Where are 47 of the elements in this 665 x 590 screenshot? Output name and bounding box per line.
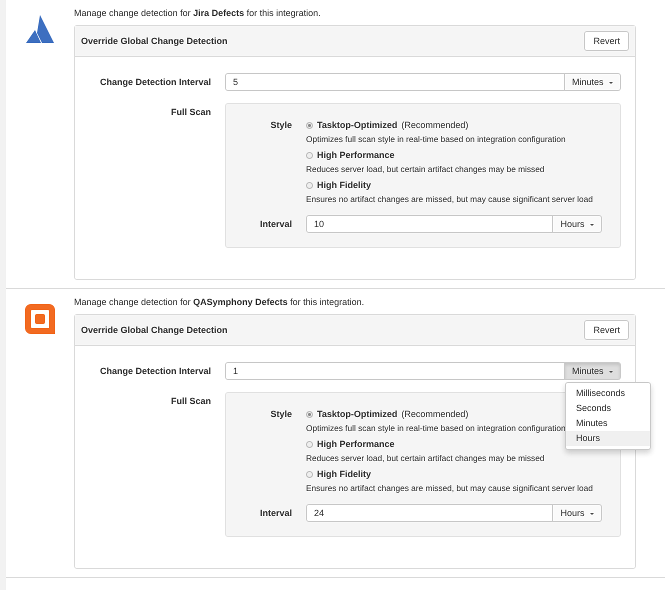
unit-dropdown[interactable]: Hours — [553, 504, 602, 522]
menu-item[interactable]: Hours — [566, 431, 650, 446]
radio-button[interactable] — [306, 441, 313, 448]
field-label: Style — [269, 409, 293, 419]
option-note: (Recommended) — [401, 409, 468, 420]
field-label: Style — [269, 120, 293, 130]
unit-dropdown[interactable]: Minutes — [564, 73, 621, 91]
revert-button[interactable]: Revert — [584, 320, 629, 340]
menu-item[interactable]: Milliseconds — [566, 386, 650, 401]
field-label: Change Detection Interval — [98, 76, 212, 87]
radio-button[interactable] — [306, 471, 313, 478]
menu-item[interactable]: Minutes — [566, 416, 650, 431]
option-title: Tasktop-Optimized — [317, 409, 398, 420]
intro-text: Manage change detection for Jira Defects for this integration. — [74, 8, 322, 19]
option-description: Ensures no artifact changes are missed, but may cause significant server load — [306, 483, 593, 494]
option-title: High Fidelity — [317, 469, 371, 480]
intro-text: Manage change detection for QASymphony Defects for this integration. — [74, 297, 366, 308]
radio-button[interactable] — [306, 152, 313, 159]
revert-button[interactable]: Revert — [584, 31, 629, 51]
square-logo-icon — [24, 303, 56, 335]
option-description: Reduces server load, but certain artifact changes may be missed — [306, 164, 546, 175]
triangle-logo-icon — [25, 14, 55, 44]
radio-button[interactable] — [306, 182, 313, 189]
panel-title: Override Global Change Detection — [81, 36, 228, 46]
field-label: Change Detection Interval — [98, 365, 212, 376]
interval-input[interactable]: 5 — [225, 73, 565, 91]
option-description: Optimizes full scan style in real-time based on integration configuration — [306, 134, 567, 145]
interval-input[interactable]: 10 — [306, 215, 554, 233]
panel-title: Override Global Change Detection — [81, 325, 228, 335]
field-label: Interval — [258, 219, 293, 229]
radio-button[interactable] — [306, 122, 313, 129]
field-label: Interval — [258, 508, 293, 518]
option-note: (Recommended) — [401, 120, 468, 131]
option-title: Tasktop-Optimized — [317, 120, 398, 131]
unit-dropdown[interactable]: Minutes — [564, 362, 621, 380]
option-description: Ensures no artifact changes are missed, but may cause significant server load — [306, 194, 593, 205]
option-description: Reduces server load, but certain artifact changes may be missed — [306, 453, 546, 464]
option-title: High Performance — [317, 150, 395, 161]
unit-dropdown[interactable]: Hours — [553, 215, 602, 233]
field-label: Full Scan — [170, 395, 212, 406]
radio-button[interactable] — [306, 411, 313, 418]
interval-input[interactable]: 24 — [306, 504, 554, 522]
interval-input[interactable]: 1 — [225, 362, 565, 380]
menu-item[interactable]: Seconds — [566, 401, 650, 416]
option-title: High Fidelity — [317, 180, 371, 191]
option-title: High Performance — [317, 439, 395, 450]
field-label: Full Scan — [170, 106, 212, 117]
